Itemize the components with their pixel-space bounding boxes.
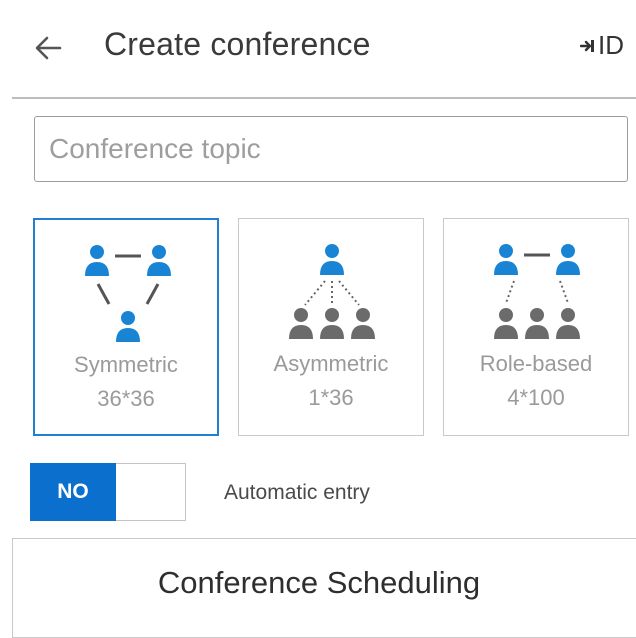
symmetric-topology-icon [85, 245, 171, 342]
login-arrow-icon [580, 39, 594, 52]
mode-card-asymmetric[interactable]: Asymmetric 1*36 [238, 218, 424, 436]
conference-topic-input[interactable] [34, 116, 628, 182]
page-title: Create conference [104, 26, 371, 62]
mode-name: Asymmetric [273, 351, 389, 376]
conference-scheduling-label: Conference Scheduling [157, 565, 481, 600]
mode-card-role-based[interactable]: Role-based 4*100 [443, 218, 629, 436]
back-button[interactable] [28, 28, 68, 68]
mode-capacity: 36*36 [97, 386, 155, 411]
toggle-state-label: NO [30, 463, 116, 521]
automatic-entry-label: Automatic entry [224, 481, 370, 504]
app-bar: Create conference ID [0, 0, 636, 96]
mode-capacity: 4*100 [507, 385, 565, 410]
mode-name: Symmetric [74, 352, 178, 377]
join-by-id-label: ID [598, 30, 624, 60]
header-divider [12, 97, 636, 99]
arrow-left-icon [35, 36, 62, 60]
mode-capacity: 1*36 [308, 385, 354, 410]
conference-scheduling-button[interactable]: Conference Scheduling [12, 538, 636, 638]
role-based-topology-icon [494, 244, 580, 339]
join-by-id-button[interactable]: ID [580, 30, 624, 61]
automatic-entry-toggle[interactable]: NO [30, 463, 186, 521]
mode-card-symmetric[interactable]: Symmetric 36*36 [33, 218, 219, 436]
asymmetric-topology-icon [289, 244, 375, 339]
mode-name: Role-based [479, 351, 593, 376]
